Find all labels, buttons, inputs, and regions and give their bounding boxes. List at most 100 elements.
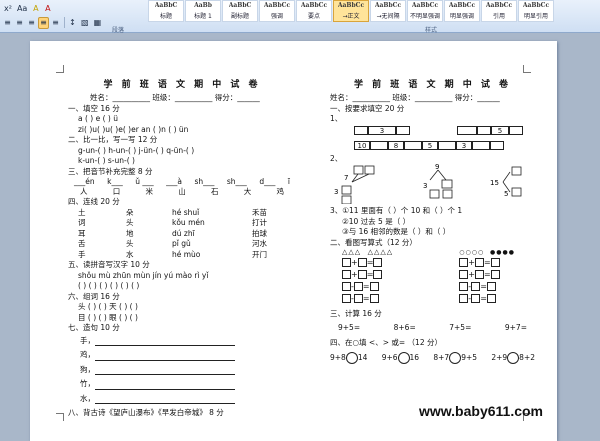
style-label: 标题 — [159, 13, 172, 20]
answer-box[interactable] — [490, 258, 500, 267]
answer-box[interactable] — [471, 294, 481, 303]
exercise-line: g-un-( ) h-un-( ) j-ün-( ) q-ün-( ) — [78, 145, 195, 155]
answer-box[interactable] — [369, 282, 379, 291]
highlight-color-button[interactable]: A — [30, 3, 41, 15]
superscript-button[interactable]: x² — [2, 3, 14, 15]
answer-box[interactable] — [357, 258, 367, 267]
style-tile-emphasis[interactable]: AaBbCc 强调 — [259, 0, 295, 22]
number-box[interactable] — [490, 140, 504, 150]
number-box[interactable] — [354, 125, 368, 135]
answer-blank[interactable] — [95, 396, 235, 404]
style-label: 要点 — [307, 13, 320, 20]
page-title: 学 前 班 语 文 期 中 试 卷 — [353, 80, 512, 90]
answer-box[interactable] — [373, 270, 383, 279]
answer-box[interactable] — [459, 270, 469, 279]
calc-item: 8+6= — [393, 322, 416, 332]
answer-box[interactable] — [342, 282, 351, 291]
change-case-button[interactable]: Aa — [15, 3, 29, 15]
tree-number: 3 — [423, 182, 427, 190]
section-heading: 三、计算 16 分 — [330, 309, 382, 318]
tree-number: 3 — [334, 188, 338, 196]
section-heading: 六、组词 16 分 — [68, 291, 120, 301]
number-box[interactable]: 10 — [354, 140, 370, 150]
equation-group-circles: ○○○○ ●●●● + = + = - = - = — [459, 248, 515, 305]
compare-circle[interactable] — [507, 352, 520, 364]
section-heading: 五、读拼音写汉字 10 分 — [68, 260, 150, 269]
style-tile-no-spacing[interactable]: AaBbCc →无间隔 — [370, 0, 406, 22]
line-spacing-icon[interactable]: ↕ — [67, 17, 78, 29]
answer-box[interactable] — [475, 270, 484, 279]
answer-box[interactable] — [353, 294, 363, 303]
answer-blank[interactable] — [95, 338, 235, 346]
number-box[interactable] — [477, 125, 491, 135]
compare-circle[interactable] — [345, 352, 358, 364]
compare-right: 8+2 — [519, 353, 535, 362]
answer-box[interactable] — [342, 294, 351, 303]
pinyin-cell: d___ — [259, 177, 276, 186]
answer-blank[interactable] — [95, 353, 235, 361]
answer-blank[interactable] — [95, 382, 235, 390]
hanzi-cell: 人 — [80, 187, 88, 196]
answer-box[interactable] — [369, 294, 379, 303]
number-box[interactable]: 5 — [422, 140, 438, 150]
hanzi-cell: 鸡 — [276, 187, 285, 196]
shading-icon[interactable]: ▧ — [79, 17, 91, 29]
compare-circle[interactable] — [397, 352, 410, 364]
margin-corner-mark — [56, 413, 64, 421]
hanzi-cell: 山 — [178, 187, 186, 196]
answer-box[interactable] — [342, 258, 351, 267]
equation-row: - = — [459, 281, 515, 293]
answer-box[interactable] — [459, 258, 469, 267]
answer-box[interactable] — [486, 294, 496, 303]
align-right-button[interactable]: ≡ — [26, 17, 37, 29]
compare-circle[interactable] — [449, 352, 462, 364]
calc-item: 9+5= — [338, 322, 361, 332]
style-tile-title[interactable]: AaBbC 标题 — [148, 0, 184, 22]
align-left-button[interactable]: ≡ — [2, 17, 13, 29]
number-box[interactable] — [438, 140, 456, 150]
number-box[interactable] — [509, 125, 523, 135]
align-center-button[interactable]: ≡ — [14, 17, 25, 29]
answer-box[interactable] — [475, 258, 484, 267]
answer-box[interactable] — [357, 270, 367, 279]
document-page[interactable]: 学 前 班 语 文 期 中 试 卷 姓名：__________ 班级：_____… — [30, 41, 557, 441]
border-icon[interactable]: ▦ — [92, 17, 104, 29]
number-box[interactable] — [472, 140, 490, 150]
style-tile-intense-quote[interactable]: AaBbCc 明显引用 — [518, 0, 554, 22]
number-box[interactable] — [396, 125, 410, 135]
match-column-pinyin: hé shuǐ kǒu mén dú zhī pǐ gǔ hé mùo — [172, 208, 252, 261]
number-box-group: 5 — [457, 125, 523, 135]
number-box[interactable]: 5 — [491, 125, 509, 135]
answer-box[interactable] — [490, 270, 500, 279]
right-column: 学 前 班 语 文 期 中 试 卷 姓名：__________ 班级：_____… — [330, 77, 535, 364]
justify-button[interactable]: ≡ — [38, 16, 49, 29]
answer-box[interactable] — [486, 282, 496, 291]
answer-box[interactable] — [471, 282, 481, 291]
style-tile-subtitle[interactable]: AaBbC 副标题 — [222, 0, 258, 22]
number-box[interactable] — [457, 125, 477, 135]
answer-box[interactable] — [353, 282, 363, 291]
style-tile-normal[interactable]: AaBbCc →正文 — [333, 0, 369, 22]
section-heading: 七、造句 10 分 — [68, 323, 120, 332]
pinyin-cell: k___ — [107, 177, 123, 186]
style-tile-strong[interactable]: AaBbCc 要点 — [296, 0, 332, 22]
answer-box[interactable] — [459, 294, 469, 303]
answer-box[interactable] — [342, 270, 351, 279]
number-box[interactable]: 3 — [456, 140, 472, 150]
style-tile-subtle-emphasis[interactable]: AaBbCc 不明显强调 — [407, 0, 443, 22]
answer-box[interactable] — [373, 258, 383, 267]
circle-icons: ○○○○ ●●●● — [459, 249, 515, 256]
number-box[interactable]: 8 — [388, 140, 404, 150]
font-color-button[interactable]: A — [42, 3, 53, 15]
answer-box[interactable] — [459, 282, 469, 291]
answer-blank[interactable] — [95, 367, 235, 375]
style-tile-intense-emphasis[interactable]: AaBbCc 明显强调 — [444, 0, 480, 22]
student-info-line: 姓名：__________ 班级：__________ 得分：______ — [90, 93, 260, 102]
style-tile-quote[interactable]: AaBbCc 引用 — [481, 0, 517, 22]
style-tile-heading-1[interactable]: AaBb 标题 1 — [185, 0, 221, 22]
pinyin-cell: ī — [287, 177, 290, 186]
number-box[interactable]: 3 — [368, 125, 396, 135]
number-box[interactable] — [404, 140, 422, 150]
distribute-button[interactable]: ≡ — [50, 17, 61, 29]
number-box[interactable] — [370, 140, 388, 150]
